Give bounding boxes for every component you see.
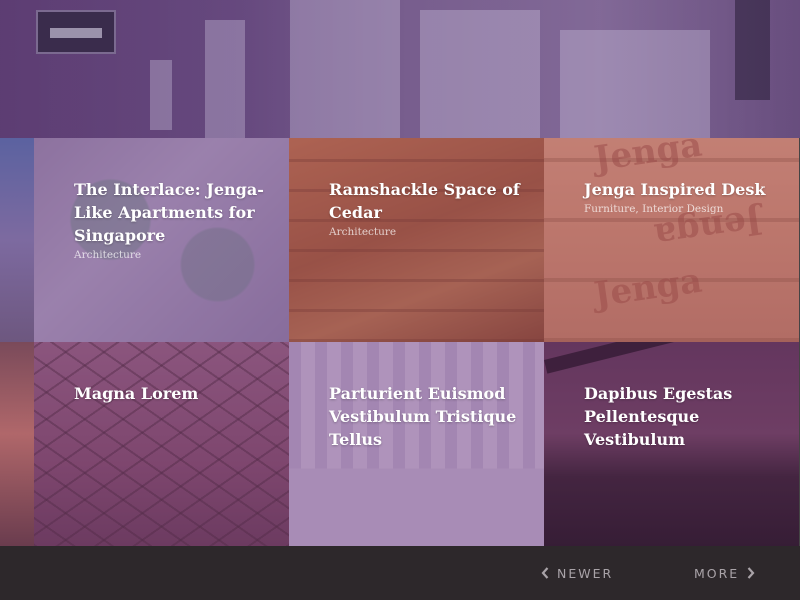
post-title[interactable]: Jenga Inspired Desk xyxy=(584,178,784,201)
post-tile-dapibus[interactable]: Dapibus Egestas Pellentesque Vestibulum xyxy=(544,342,799,546)
post-grid: The Interlace: Jenga-Like Apartments for… xyxy=(0,138,800,546)
newer-label[interactable]: NEWER xyxy=(557,566,613,581)
post-category[interactable]: Architecture xyxy=(74,248,274,262)
post-tile-interlace[interactable]: The Interlace: Jenga-Like Apartments for… xyxy=(34,138,289,342)
post-tile-magna-lorem[interactable]: Magna Lorem xyxy=(34,342,289,546)
pagination-bar: NEWER MORE xyxy=(0,546,800,600)
post-category[interactable]: Architecture xyxy=(329,225,529,239)
tile-caption: Ramshackle Space of Cedar Architecture xyxy=(329,178,529,239)
tile-overlay xyxy=(289,138,544,342)
tile-caption: Dapibus Egestas Pellentesque Vestibulum xyxy=(584,382,784,451)
hero-block-tower xyxy=(205,20,245,138)
tile-caption: Jenga Inspired Desk Furniture, Interior … xyxy=(584,178,784,216)
newer-posts-link[interactable]: NEWER xyxy=(541,566,613,581)
hero-banner-image xyxy=(0,0,800,138)
tile-caption: Magna Lorem xyxy=(74,382,274,405)
post-tile-jenga-desk[interactable]: Jenga Jenga Jenga Jenga Inspired Desk Fu… xyxy=(544,138,799,342)
post-category[interactable]: Furniture, Interior Design xyxy=(584,202,784,216)
partial-tile-left xyxy=(0,138,34,342)
post-title[interactable]: Dapibus Egestas Pellentesque Vestibulum xyxy=(584,382,784,451)
more-posts-link[interactable]: MORE xyxy=(694,566,755,581)
post-title[interactable]: The Interlace: Jenga-Like Apartments for… xyxy=(74,178,274,247)
more-label[interactable]: MORE xyxy=(694,566,739,581)
chevron-left-icon xyxy=(541,566,549,580)
partial-tile-left xyxy=(0,342,34,546)
hero-block-tower xyxy=(290,0,400,138)
post-title[interactable]: Parturient Euismod Vestibulum Tristique … xyxy=(329,382,529,451)
post-title[interactable]: Magna Lorem xyxy=(74,382,274,405)
post-tile-ramshackle[interactable]: Ramshackle Space of Cedar Architecture xyxy=(289,138,544,342)
tile-caption: Parturient Euismod Vestibulum Tristique … xyxy=(329,382,529,451)
tile-caption: The Interlace: Jenga-Like Apartments for… xyxy=(74,178,274,262)
tile-overlay xyxy=(544,138,799,342)
chevron-right-icon xyxy=(747,566,755,580)
wall-frame xyxy=(36,10,116,54)
hero-block-stack xyxy=(560,30,710,138)
tile-overlay xyxy=(34,342,289,546)
post-title[interactable]: Ramshackle Space of Cedar xyxy=(329,178,529,224)
hero-person xyxy=(735,0,770,100)
hero-block-tower xyxy=(420,10,540,138)
post-tile-parturient[interactable]: Parturient Euismod Vestibulum Tristique … xyxy=(289,342,544,546)
hero-block-stack xyxy=(150,60,172,130)
